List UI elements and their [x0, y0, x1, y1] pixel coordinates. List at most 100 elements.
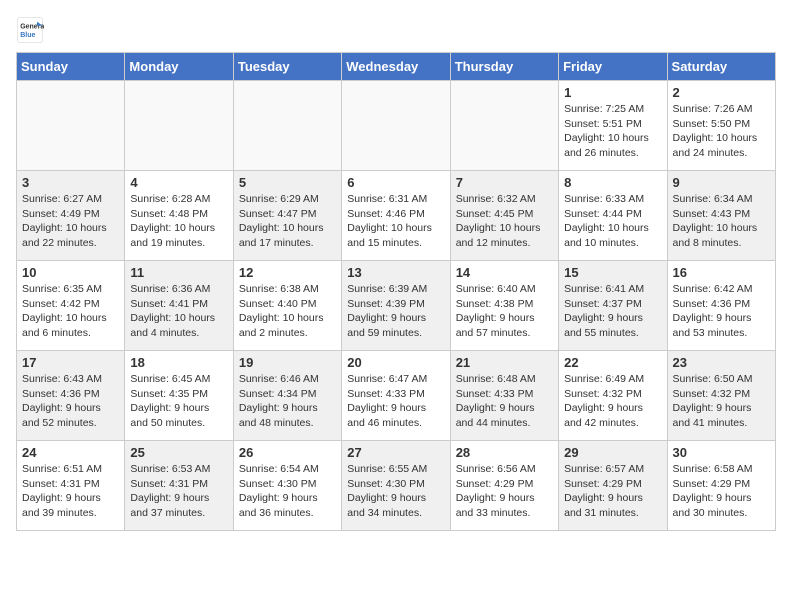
weekday-header-tuesday: Tuesday: [233, 53, 341, 81]
day-number: 19: [239, 355, 336, 370]
day-number: 15: [564, 265, 661, 280]
svg-text:Blue: Blue: [20, 32, 35, 39]
calendar-cell: 25 Sunrise: 6:53 AM Sunset: 4:31 PM Dayli…: [125, 441, 233, 531]
calendar-cell: [17, 81, 125, 171]
cell-details: Sunrise: 6:51 AM Sunset: 4:31 PM Dayligh…: [22, 462, 119, 521]
cell-details: Sunrise: 6:48 AM Sunset: 4:33 PM Dayligh…: [456, 372, 553, 431]
calendar-cell: 6 Sunrise: 6:31 AM Sunset: 4:46 PM Daylig…: [342, 171, 450, 261]
cell-details: Sunrise: 6:31 AM Sunset: 4:46 PM Dayligh…: [347, 192, 444, 251]
calendar-cell: 9Sunrise: 6:34 AM Sunset: 4:43 PM Daylig…: [667, 171, 775, 261]
calendar-table: SundayMondayTuesdayWednesdayThursdayFrid…: [16, 52, 776, 531]
day-number: 8: [564, 175, 661, 190]
day-number: 11: [130, 265, 227, 280]
calendar-cell: 16Sunrise: 6:42 AM Sunset: 4:36 PM Dayli…: [667, 261, 775, 351]
cell-details: Sunrise: 7:25 AM Sunset: 5:51 PM Dayligh…: [564, 102, 661, 161]
day-number: 17: [22, 355, 119, 370]
day-number: 26: [239, 445, 336, 460]
day-number: 13: [347, 265, 444, 280]
weekday-header-sunday: Sunday: [17, 53, 125, 81]
weekday-header-wednesday: Wednesday: [342, 53, 450, 81]
calendar-cell: 17 Sunrise: 6:43 AM Sunset: 4:36 PM Dayli…: [17, 351, 125, 441]
calendar-week-1: 1 Sunrise: 7:25 AM Sunset: 5:51 PM Daylig…: [17, 81, 776, 171]
day-number: 25: [130, 445, 227, 460]
calendar-week-3: 10Sunrise: 6:35 AM Sunset: 4:42 PM Dayli…: [17, 261, 776, 351]
calendar-cell: 26Sunrise: 6:54 AM Sunset: 4:30 PM Dayli…: [233, 441, 341, 531]
calendar-cell: 19 Sunrise: 6:46 AM Sunset: 4:34 PM Dayli…: [233, 351, 341, 441]
day-number: 14: [456, 265, 553, 280]
calendar-cell: 30 Sunrise: 6:58 AM Sunset: 4:29 PM Dayli…: [667, 441, 775, 531]
day-number: 18: [130, 355, 227, 370]
day-number: 21: [456, 355, 553, 370]
calendar-cell: 4Sunrise: 6:28 AM Sunset: 4:48 PM Daylig…: [125, 171, 233, 261]
cell-details: Sunrise: 6:33 AM Sunset: 4:44 PM Dayligh…: [564, 192, 661, 251]
calendar-body: 1 Sunrise: 7:25 AM Sunset: 5:51 PM Daylig…: [17, 81, 776, 531]
calendar-cell: [233, 81, 341, 171]
calendar-cell: 24 Sunrise: 6:51 AM Sunset: 4:31 PM Dayli…: [17, 441, 125, 531]
calendar-cell: 22 Sunrise: 6:49 AM Sunset: 4:32 PM Dayli…: [559, 351, 667, 441]
calendar-cell: 12 Sunrise: 6:38 AM Sunset: 4:40 PM Dayli…: [233, 261, 341, 351]
cell-details: Sunrise: 6:50 AM Sunset: 4:32 PM Dayligh…: [673, 372, 770, 431]
calendar-cell: 13 Sunrise: 6:39 AM Sunset: 4:39 PM Dayli…: [342, 261, 450, 351]
calendar-cell: 27Sunrise: 6:55 AM Sunset: 4:30 PM Dayli…: [342, 441, 450, 531]
day-number: 20: [347, 355, 444, 370]
day-number: 24: [22, 445, 119, 460]
weekday-header-thursday: Thursday: [450, 53, 558, 81]
calendar-cell: 23 Sunrise: 6:50 AM Sunset: 4:32 PM Dayli…: [667, 351, 775, 441]
cell-details: Sunrise: 6:43 AM Sunset: 4:36 PM Dayligh…: [22, 372, 119, 431]
weekday-header-monday: Monday: [125, 53, 233, 81]
cell-details: Sunrise: 6:39 AM Sunset: 4:39 PM Dayligh…: [347, 282, 444, 341]
cell-details: Sunrise: 6:32 AM Sunset: 4:45 PM Dayligh…: [456, 192, 553, 251]
page-header: General Blue: [16, 16, 776, 44]
cell-details: Sunrise: 6:46 AM Sunset: 4:34 PM Dayligh…: [239, 372, 336, 431]
calendar-cell: 10Sunrise: 6:35 AM Sunset: 4:42 PM Dayli…: [17, 261, 125, 351]
day-number: 22: [564, 355, 661, 370]
calendar-cell: 18 Sunrise: 6:45 AM Sunset: 4:35 PM Dayli…: [125, 351, 233, 441]
cell-details: Sunrise: 6:28 AM Sunset: 4:48 PM Dayligh…: [130, 192, 227, 251]
cell-details: Sunrise: 6:49 AM Sunset: 4:32 PM Dayligh…: [564, 372, 661, 431]
day-number: 1: [564, 85, 661, 100]
cell-details: Sunrise: 7:26 AM Sunset: 5:50 PM Dayligh…: [673, 102, 770, 161]
day-number: 2: [673, 85, 770, 100]
cell-details: Sunrise: 6:42 AM Sunset: 4:36 PM Dayligh…: [673, 282, 770, 341]
calendar-cell: 11Sunrise: 6:36 AM Sunset: 4:41 PM Dayli…: [125, 261, 233, 351]
cell-details: Sunrise: 6:38 AM Sunset: 4:40 PM Dayligh…: [239, 282, 336, 341]
cell-details: Sunrise: 6:56 AM Sunset: 4:29 PM Dayligh…: [456, 462, 553, 521]
calendar-cell: 8 Sunrise: 6:33 AM Sunset: 4:44 PM Daylig…: [559, 171, 667, 261]
cell-details: Sunrise: 6:40 AM Sunset: 4:38 PM Dayligh…: [456, 282, 553, 341]
day-number: 30: [673, 445, 770, 460]
calendar-week-5: 24 Sunrise: 6:51 AM Sunset: 4:31 PM Dayli…: [17, 441, 776, 531]
cell-details: Sunrise: 6:55 AM Sunset: 4:30 PM Dayligh…: [347, 462, 444, 521]
calendar-cell: 3 Sunrise: 6:27 AM Sunset: 4:49 PM Daylig…: [17, 171, 125, 261]
calendar-cell: 14 Sunrise: 6:40 AM Sunset: 4:38 PM Dayli…: [450, 261, 558, 351]
calendar-cell: 7 Sunrise: 6:32 AM Sunset: 4:45 PM Daylig…: [450, 171, 558, 261]
cell-details: Sunrise: 6:47 AM Sunset: 4:33 PM Dayligh…: [347, 372, 444, 431]
calendar-cell: 29 Sunrise: 6:57 AM Sunset: 4:29 PM Dayli…: [559, 441, 667, 531]
cell-details: Sunrise: 6:58 AM Sunset: 4:29 PM Dayligh…: [673, 462, 770, 521]
calendar-cell: 15Sunrise: 6:41 AM Sunset: 4:37 PM Dayli…: [559, 261, 667, 351]
cell-details: Sunrise: 6:29 AM Sunset: 4:47 PM Dayligh…: [239, 192, 336, 251]
calendar-cell: 1 Sunrise: 7:25 AM Sunset: 5:51 PM Daylig…: [559, 81, 667, 171]
day-number: 29: [564, 445, 661, 460]
day-number: 9: [673, 175, 770, 190]
logo-icon: General Blue: [16, 16, 44, 44]
calendar-cell: 2 Sunrise: 7:26 AM Sunset: 5:50 PM Daylig…: [667, 81, 775, 171]
calendar-cell: [342, 81, 450, 171]
cell-details: Sunrise: 6:57 AM Sunset: 4:29 PM Dayligh…: [564, 462, 661, 521]
calendar-cell: 5 Sunrise: 6:29 AM Sunset: 4:47 PM Daylig…: [233, 171, 341, 261]
cell-details: Sunrise: 6:45 AM Sunset: 4:35 PM Dayligh…: [130, 372, 227, 431]
weekday-header-saturday: Saturday: [667, 53, 775, 81]
day-number: 12: [239, 265, 336, 280]
cell-details: Sunrise: 6:27 AM Sunset: 4:49 PM Dayligh…: [22, 192, 119, 251]
cell-details: Sunrise: 6:53 AM Sunset: 4:31 PM Dayligh…: [130, 462, 227, 521]
day-number: 6: [347, 175, 444, 190]
calendar-week-4: 17 Sunrise: 6:43 AM Sunset: 4:36 PM Dayli…: [17, 351, 776, 441]
day-number: 5: [239, 175, 336, 190]
day-number: 3: [22, 175, 119, 190]
calendar-cell: 20 Sunrise: 6:47 AM Sunset: 4:33 PM Dayli…: [342, 351, 450, 441]
day-number: 7: [456, 175, 553, 190]
weekday-header-row: SundayMondayTuesdayWednesdayThursdayFrid…: [17, 53, 776, 81]
day-number: 28: [456, 445, 553, 460]
day-number: 23: [673, 355, 770, 370]
day-number: 10: [22, 265, 119, 280]
logo: General Blue: [16, 16, 44, 44]
